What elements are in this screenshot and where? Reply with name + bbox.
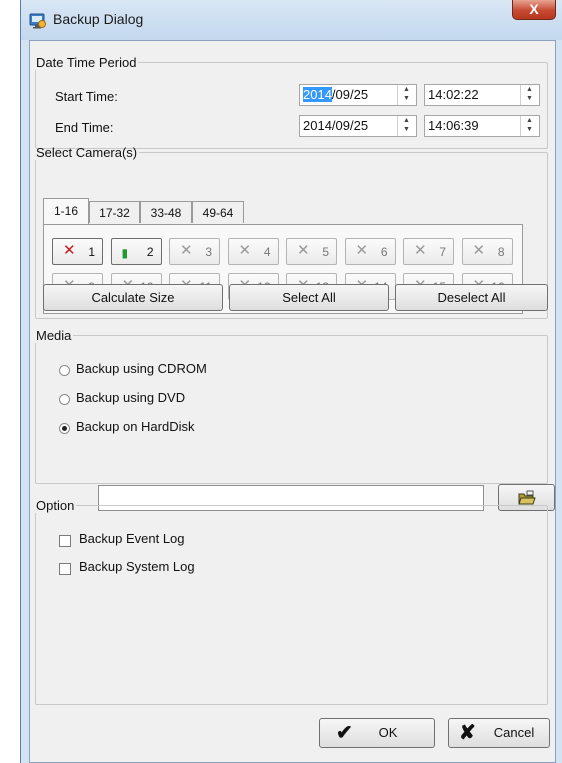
- dialog-client-area: Date Time Period Start Time: 2014/09/25 …: [29, 40, 556, 763]
- camera-toggle-6[interactable]: ✕ 6: [344, 238, 396, 265]
- camera-cross-icon: ✕: [297, 242, 310, 259]
- camera-number: 1: [88, 245, 95, 259]
- ok-label: OK: [378, 725, 398, 740]
- cancel-label: Cancel: [493, 725, 535, 740]
- media-group: Media: [35, 328, 548, 484]
- end-time-field[interactable]: 14:06:39 ▲ ▼: [424, 115, 540, 137]
- window-title: Backup Dialog: [53, 11, 144, 27]
- option-group: Option: [35, 498, 548, 705]
- spin-up-icon[interactable]: ▲: [521, 116, 538, 125]
- tab-cameras-33-48[interactable]: 33-48: [140, 201, 192, 223]
- start-date-spinner[interactable]: ▲ ▼: [397, 85, 415, 105]
- camera-cross-icon: ✕: [63, 242, 76, 259]
- title-bar[interactable]: Backup Dialog X: [21, 0, 562, 40]
- radio-backup-dvd-label[interactable]: Backup using DVD: [76, 390, 185, 405]
- checkmark-icon: ✔: [336, 722, 353, 744]
- camera-toggle-1[interactable]: ✕ 1: [52, 238, 103, 265]
- spin-down-icon[interactable]: ▼: [398, 94, 415, 103]
- checkbox-backup-system-log-label[interactable]: Backup System Log: [79, 559, 195, 574]
- camera-number: 7: [439, 245, 446, 259]
- end-time-value: 14:06:39: [428, 118, 479, 133]
- camera-tab-strip: 1-16 17-32 33-48 49-64: [43, 198, 523, 225]
- select-cameras-legend: Select Camera(s): [36, 145, 138, 160]
- backup-dialog-window: Backup Dialog X Date Time Period Start T…: [20, 0, 562, 763]
- camera-number: 3: [205, 245, 212, 259]
- end-time-spinner[interactable]: ▲ ▼: [520, 116, 538, 136]
- tab-cameras-49-64[interactable]: 49-64: [192, 201, 244, 223]
- camera-number: 2: [146, 245, 154, 259]
- spin-up-icon[interactable]: ▲: [521, 85, 538, 94]
- radio-backup-cdrom-label[interactable]: Backup using CDROM: [76, 361, 207, 376]
- camera-toggle-4[interactable]: ✕ 4: [227, 238, 279, 265]
- camera-number: 6: [380, 245, 388, 259]
- spin-down-icon[interactable]: ▼: [398, 125, 415, 134]
- deselect-all-button[interactable]: Deselect All: [395, 284, 548, 311]
- spin-down-icon[interactable]: ▼: [521, 125, 538, 134]
- camera-number: 8: [497, 245, 505, 259]
- spin-up-icon[interactable]: ▲: [398, 85, 415, 94]
- cancel-button[interactable]: ✘ Cancel: [448, 718, 550, 748]
- close-icon: X: [529, 1, 539, 17]
- start-time-value: 14:02:22: [428, 87, 479, 102]
- tab-cameras-1-16[interactable]: 1-16: [43, 198, 89, 224]
- end-date-field[interactable]: 2014/09/25 ▲ ▼: [299, 115, 417, 137]
- start-time-label: Start Time:: [55, 89, 118, 104]
- start-time-spinner[interactable]: ▲ ▼: [520, 85, 538, 105]
- camera-toggle-2[interactable]: ▮ 2: [110, 238, 162, 265]
- checkbox-backup-system-log[interactable]: [59, 563, 71, 575]
- close-button[interactable]: X: [512, 0, 556, 20]
- camera-cross-icon: ✕: [472, 242, 486, 259]
- x-icon: ✘: [459, 722, 476, 744]
- end-time-label: End Time:: [55, 120, 114, 135]
- backup-app-icon: [29, 11, 47, 29]
- camera-recording-icon: ▮: [121, 246, 129, 260]
- end-date-spinner[interactable]: ▲ ▼: [397, 116, 415, 136]
- camera-toggle-5[interactable]: ✕ 5: [286, 238, 337, 265]
- camera-toggle-8[interactable]: ✕ 8: [461, 238, 513, 265]
- checkbox-backup-event-log-label[interactable]: Backup Event Log: [79, 531, 185, 546]
- spin-down-icon[interactable]: ▼: [521, 94, 538, 103]
- radio-backup-dvd[interactable]: [59, 394, 70, 405]
- radio-backup-cdrom[interactable]: [59, 365, 70, 376]
- media-legend: Media: [36, 328, 72, 343]
- camera-cross-icon: ✕: [180, 242, 193, 259]
- radio-backup-harddisk-label[interactable]: Backup on HardDisk: [76, 419, 195, 434]
- checkbox-backup-event-log[interactable]: [59, 535, 71, 547]
- start-time-field[interactable]: 14:02:22 ▲ ▼: [424, 84, 540, 106]
- spin-up-icon[interactable]: ▲: [398, 116, 415, 125]
- start-date-rest: /09/25: [331, 87, 369, 102]
- date-time-period-legend: Date Time Period: [36, 55, 137, 70]
- tab-cameras-17-32[interactable]: 17-32: [89, 201, 140, 223]
- camera-toggle-7[interactable]: ✕ 7: [403, 238, 454, 265]
- ok-button[interactable]: ✔ OK: [319, 718, 435, 748]
- start-date-year-selected: 2014: [303, 87, 332, 102]
- camera-number: 4: [263, 245, 271, 259]
- calculate-size-button[interactable]: Calculate Size: [43, 284, 223, 311]
- camera-number: 5: [322, 245, 329, 259]
- select-all-button[interactable]: Select All: [229, 284, 389, 311]
- camera-toggle-3[interactable]: ✕ 3: [169, 238, 220, 265]
- end-date-value: 2014/09/25: [303, 118, 369, 133]
- camera-cross-icon: ✕: [238, 242, 252, 259]
- radio-backup-harddisk[interactable]: [59, 423, 70, 434]
- camera-cross-icon: ✕: [414, 242, 427, 259]
- option-legend: Option: [36, 498, 75, 513]
- start-date-field[interactable]: 2014/09/25 ▲ ▼: [299, 84, 417, 106]
- camera-cross-icon: ✕: [355, 242, 369, 259]
